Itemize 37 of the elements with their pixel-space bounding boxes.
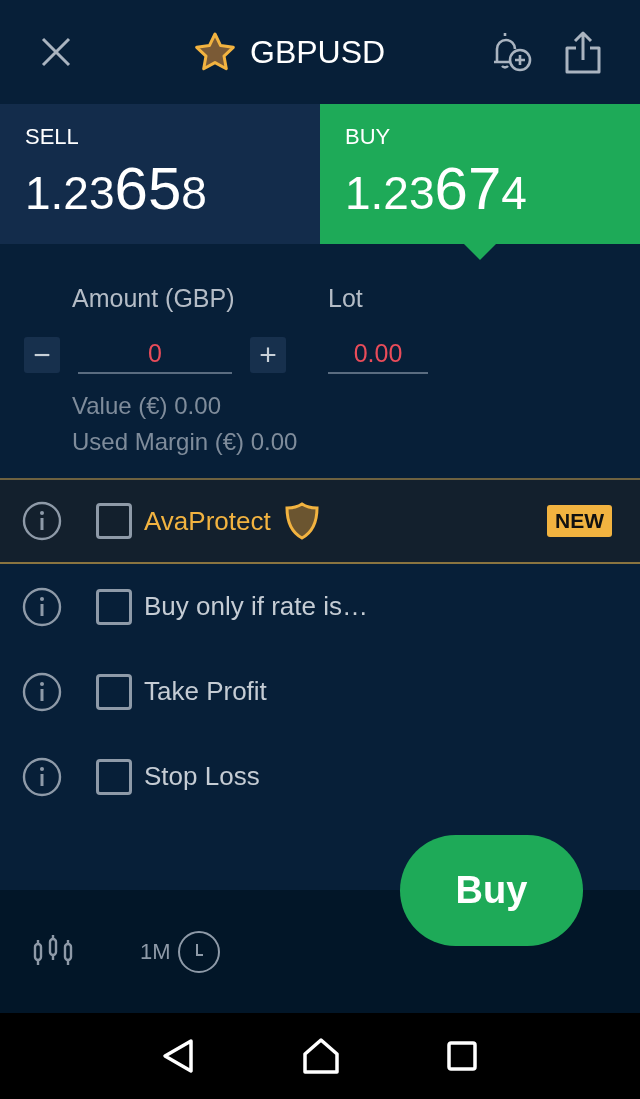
close-icon[interactable] xyxy=(40,36,72,68)
quote-price: 1.23658 xyxy=(25,156,207,222)
new-badge: NEW xyxy=(547,505,612,537)
info-icon[interactable] xyxy=(22,671,62,712)
amount-field[interactable]: 0 xyxy=(78,335,232,374)
checkbox[interactable] xyxy=(96,503,132,539)
back-icon[interactable] xyxy=(161,1038,196,1074)
option-label: Buy only if rate is… xyxy=(144,591,368,622)
info-icon[interactable] xyxy=(22,501,62,541)
lot-field[interactable]: 0.00 xyxy=(328,335,428,374)
checkbox[interactable] xyxy=(96,673,132,710)
home-icon[interactable] xyxy=(302,1038,340,1074)
info-icon[interactable] xyxy=(22,586,62,627)
pointer-notch xyxy=(464,244,496,260)
clock-icon[interactable] xyxy=(176,929,221,974)
star-icon[interactable] xyxy=(194,32,236,72)
symbol-title: GBPUSD xyxy=(250,33,386,71)
shield-icon xyxy=(284,502,319,540)
option-label: Stop Loss xyxy=(144,761,260,792)
decrease-button[interactable]: − xyxy=(24,336,60,373)
amount-label: Amount (GBP) xyxy=(72,284,236,313)
checkbox[interactable] xyxy=(96,588,132,625)
summary-text: Value (€) 0.00 xyxy=(72,392,222,420)
timeframe-label[interactable]: 1M xyxy=(140,938,171,965)
lot-label: Lot xyxy=(328,284,364,313)
checkbox[interactable] xyxy=(96,758,132,795)
summary-text: Used Margin (€) 0.00 xyxy=(72,428,299,456)
quote-tab[interactable]: SELL 1.23658 xyxy=(0,104,320,244)
quote-label: BUY xyxy=(345,124,391,150)
quote-price: 1.23674 xyxy=(345,156,527,222)
info-icon[interactable] xyxy=(22,756,62,797)
quote-label: SELL xyxy=(25,124,79,150)
protect-label: AvaProtect xyxy=(144,505,271,537)
share-icon[interactable] xyxy=(564,30,602,74)
option-label: Take Profit xyxy=(144,676,267,707)
recents-icon[interactable] xyxy=(446,1041,477,1071)
increase-button[interactable]: + xyxy=(250,336,286,373)
